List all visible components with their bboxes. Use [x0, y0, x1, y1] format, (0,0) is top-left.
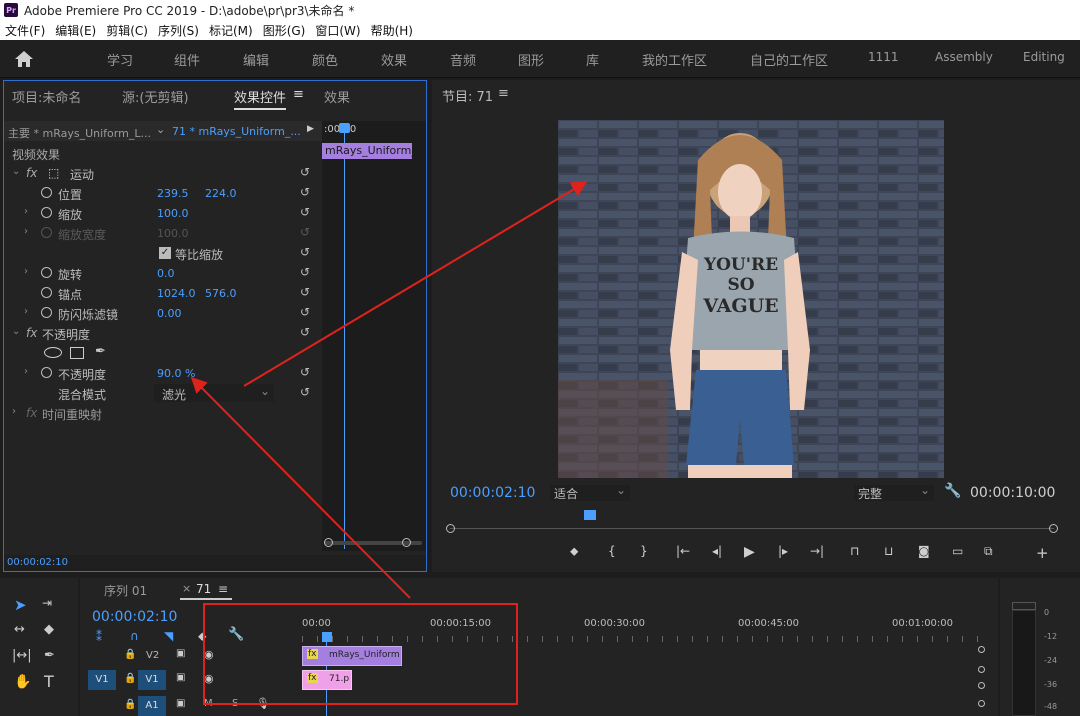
annotation-overlay	[190, 181, 588, 705]
annotation-arrow	[243, 181, 588, 387]
annotation-box	[203, 603, 518, 705]
premiere-window: Pr Adobe Premiere Pro CC 2019 - D:\adobe…	[0, 0, 1080, 716]
annotation-arrow	[190, 376, 411, 599]
